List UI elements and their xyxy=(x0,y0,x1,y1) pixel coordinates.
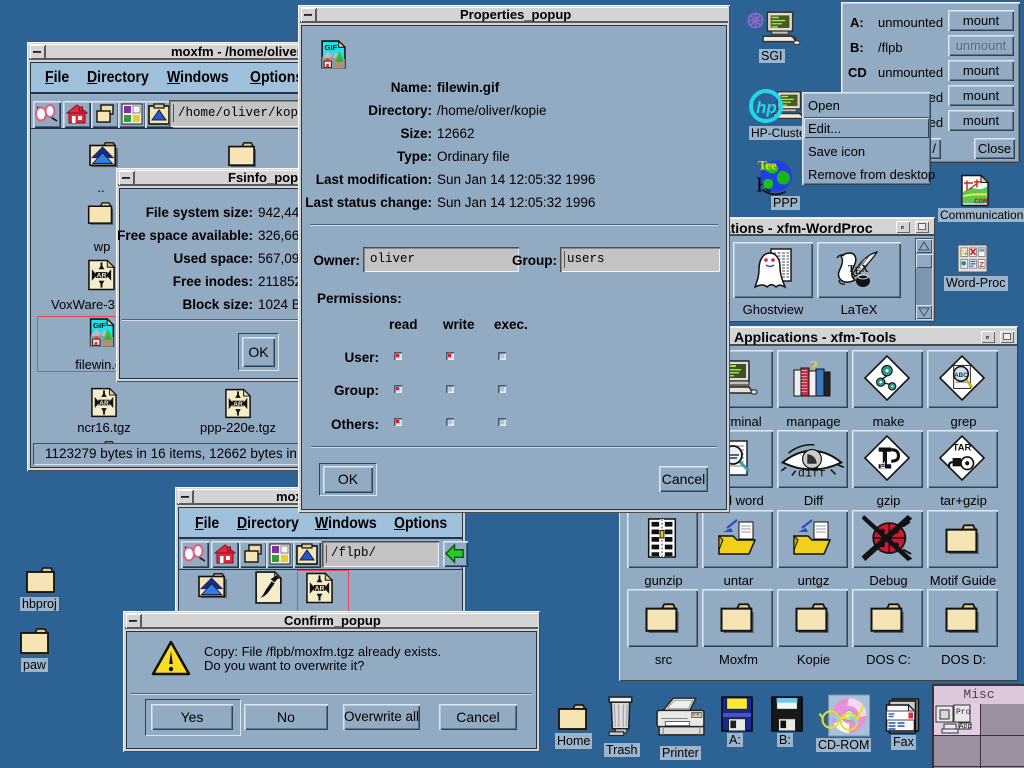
svg-text:Pro: Pro xyxy=(956,708,971,717)
svg-text:App: App xyxy=(959,723,972,731)
